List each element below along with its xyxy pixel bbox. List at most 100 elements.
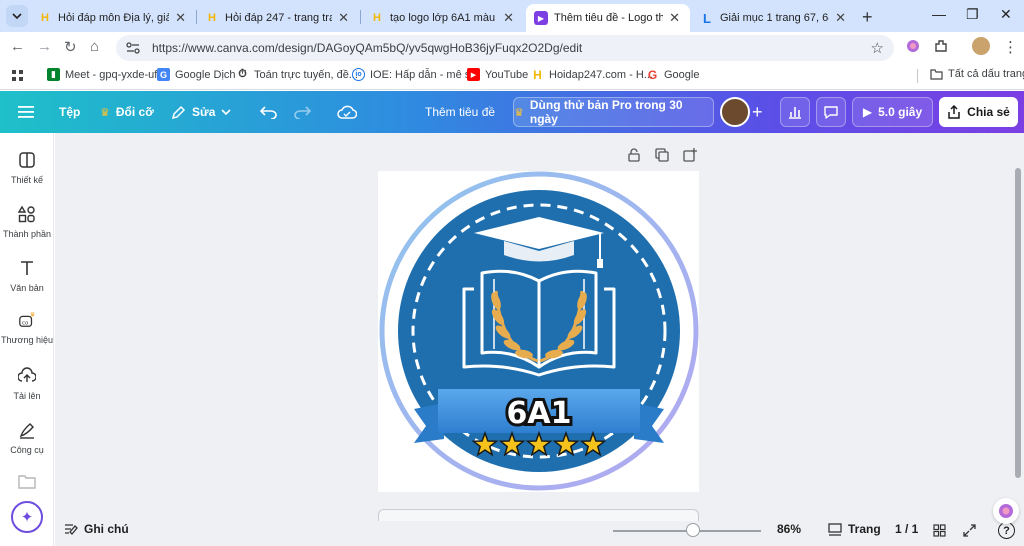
zoom-slider-handle[interactable] bbox=[686, 523, 700, 537]
zoom-level[interactable]: 86% bbox=[777, 522, 801, 536]
restore-icon[interactable]: ❐ bbox=[966, 6, 979, 23]
cloud-check-icon bbox=[337, 105, 357, 119]
close-tab-icon[interactable]: ✕ bbox=[503, 10, 514, 26]
bookmark-google[interactable]: G Google bbox=[646, 68, 700, 82]
gemini-icon[interactable] bbox=[905, 38, 921, 54]
sidebar-item-tools[interactable]: Công cụ bbox=[0, 421, 54, 455]
undo-icon bbox=[260, 105, 277, 119]
bookmark-meet[interactable]: ▮ Meet - gpq-yxde-uft bbox=[47, 68, 160, 81]
sidebar-item-brand[interactable]: co ♛ Thương hiệu bbox=[0, 311, 54, 345]
fullscreen-icon[interactable] bbox=[963, 524, 976, 537]
main-menu-button[interactable] bbox=[18, 91, 34, 133]
next-page-preview[interactable] bbox=[378, 509, 699, 521]
reload-icon[interactable]: ↻ bbox=[64, 38, 77, 56]
sidebar-item-elements[interactable]: Thành phần bbox=[0, 205, 54, 239]
cloud-save-status[interactable] bbox=[337, 91, 357, 133]
sidebar-item-text[interactable]: Văn bản bbox=[0, 259, 54, 293]
question-icon: ? bbox=[1003, 524, 1010, 537]
new-tab-button[interactable]: + bbox=[862, 7, 873, 28]
vertical-scrollbar[interactable] bbox=[1015, 168, 1021, 478]
design-title[interactable]: Thêm tiêu đề bbox=[425, 91, 495, 133]
edit-menu-button[interactable]: Sửa bbox=[171, 91, 231, 133]
folder-icon bbox=[930, 68, 943, 80]
add-collaborator-button[interactable]: + bbox=[752, 91, 763, 133]
browser-toolbar: ← → ↻ ⌂ https://www.canva.com/design/DAG… bbox=[0, 32, 1024, 62]
url-text: https://www.canva.com/design/DAGoyQAm5bQ… bbox=[152, 41, 583, 55]
class-logo[interactable]: 6A1 bbox=[378, 171, 699, 492]
bookmark-translate[interactable]: G Google Dịch bbox=[157, 68, 236, 81]
chevron-down-icon bbox=[12, 13, 22, 20]
site-settings-icon[interactable] bbox=[126, 42, 140, 54]
browser-tab[interactable]: H tạo logo lớp 6A1 màu xanh | ✕ bbox=[362, 4, 524, 32]
lock-icon[interactable] bbox=[627, 148, 641, 162]
share-button[interactable]: Chia sẻ bbox=[939, 97, 1018, 127]
translate-icon: G bbox=[157, 68, 170, 81]
chevron-down-icon bbox=[221, 109, 231, 116]
browser-tab-active[interactable]: ▶ Thêm tiêu đề - Logo theo ph ✕ bbox=[526, 4, 690, 32]
design-page[interactable]: 6A1 bbox=[378, 171, 699, 492]
all-bookmarks-folder[interactable]: Tất cả dấu trang bbox=[930, 68, 1024, 80]
close-tab-icon[interactable]: ✕ bbox=[669, 10, 680, 26]
extensions-icon[interactable] bbox=[933, 38, 949, 54]
minimize-icon[interactable]: — bbox=[932, 6, 946, 22]
ai-helper-button[interactable] bbox=[993, 498, 1019, 524]
file-menu-button[interactable]: Tệp bbox=[59, 91, 80, 133]
undo-button[interactable] bbox=[260, 91, 277, 133]
forward-icon[interactable]: → bbox=[37, 38, 52, 55]
duplicate-page-icon[interactable] bbox=[655, 148, 669, 162]
close-window-icon[interactable]: ✕ bbox=[1000, 6, 1012, 23]
browser-tab[interactable]: H Hỏi đáp 247 - trang tra loi ✕ bbox=[197, 4, 359, 32]
help-button[interactable]: ? bbox=[998, 522, 1015, 539]
browser-tab[interactable]: H Hỏi đáp môn Địa lý, giải bài ✕ bbox=[30, 4, 196, 32]
grid-view-icon[interactable] bbox=[933, 524, 946, 537]
sidebar-item-design[interactable]: Thiết kế bbox=[0, 151, 54, 185]
pages-icon bbox=[828, 522, 842, 536]
comment-icon bbox=[824, 106, 838, 119]
class-name-text: 6A1 bbox=[507, 396, 572, 431]
profile-avatar[interactable] bbox=[972, 37, 990, 55]
browser-menu-icon[interactable]: ⋮ bbox=[1003, 38, 1018, 56]
present-button[interactable]: ▶ 5.0 giây bbox=[852, 97, 933, 127]
notes-button[interactable]: Ghi chú bbox=[64, 522, 129, 536]
pages-button[interactable]: Trang bbox=[828, 522, 881, 536]
page-counter: 1 / 1 bbox=[895, 522, 919, 536]
design-icon bbox=[19, 152, 35, 168]
text-icon bbox=[21, 261, 33, 275]
browser-tab[interactable]: L Giải mục 1 trang 67, 68, 69 S ✕ bbox=[692, 4, 856, 32]
close-tab-icon[interactable]: ✕ bbox=[175, 10, 186, 26]
address-bar[interactable]: https://www.canva.com/design/DAGoyQAm5bQ… bbox=[116, 35, 894, 61]
canva-toolbar: Tệp ♛ Đổi cỡ Sửa Thêm tiêu đề ♛ Dùng thử… bbox=[0, 91, 1024, 133]
tab-search-button[interactable] bbox=[6, 5, 28, 27]
bookmark-youtube[interactable]: ▶ YouTube bbox=[467, 68, 528, 81]
redo-button[interactable] bbox=[294, 91, 311, 133]
loigiaihay-favicon-icon: L bbox=[703, 10, 711, 26]
play-icon: ▶ bbox=[862, 105, 873, 119]
comments-button[interactable] bbox=[816, 97, 846, 127]
add-page-icon[interactable] bbox=[683, 148, 697, 162]
sparkle-icon: ✦ bbox=[20, 509, 34, 526]
pro-trial-button[interactable]: ♛ Dùng thử bản Pro trong 30 ngày bbox=[513, 97, 714, 127]
home-icon[interactable]: ⌂ bbox=[90, 38, 99, 55]
projects-folder-icon[interactable] bbox=[18, 475, 36, 489]
gemini-sparkle-icon bbox=[999, 504, 1013, 518]
bookmark-star-icon[interactable]: ☆ bbox=[871, 39, 884, 57]
sidebar-item-uploads[interactable]: Tải lên bbox=[0, 367, 54, 401]
close-tab-icon[interactable]: ✕ bbox=[338, 10, 349, 26]
resize-button[interactable]: ♛ Đổi cỡ bbox=[100, 91, 154, 133]
bookmark-math[interactable]: ⏱ Toán trực tuyến, đề... bbox=[236, 68, 358, 81]
upload-icon bbox=[18, 367, 36, 382]
elements-icon bbox=[18, 205, 35, 223]
bookmark-ioe[interactable]: io IOE: Hấp dẫn - mê s... bbox=[352, 68, 479, 81]
insights-button[interactable] bbox=[780, 97, 810, 127]
tools-icon bbox=[19, 423, 34, 439]
close-tab-icon[interactable]: ✕ bbox=[835, 10, 846, 26]
magic-assistant-button[interactable]: ✦ bbox=[11, 501, 43, 533]
left-sidebar: Thiết kế Thành phần Văn bản co ♛ Thương h… bbox=[0, 133, 54, 546]
bookmarks-bar: ▮ Meet - gpq-yxde-uft G Google Dịch ⏱ To… bbox=[0, 62, 1024, 90]
back-icon[interactable]: ← bbox=[10, 38, 25, 55]
apps-grid-icon[interactable] bbox=[12, 70, 24, 82]
notes-icon bbox=[65, 524, 78, 535]
hoidap-icon: H bbox=[533, 67, 542, 82]
bookmark-hoidap247[interactable]: H Hoidap247.com - H... bbox=[531, 67, 653, 82]
user-avatar[interactable] bbox=[720, 97, 750, 127]
